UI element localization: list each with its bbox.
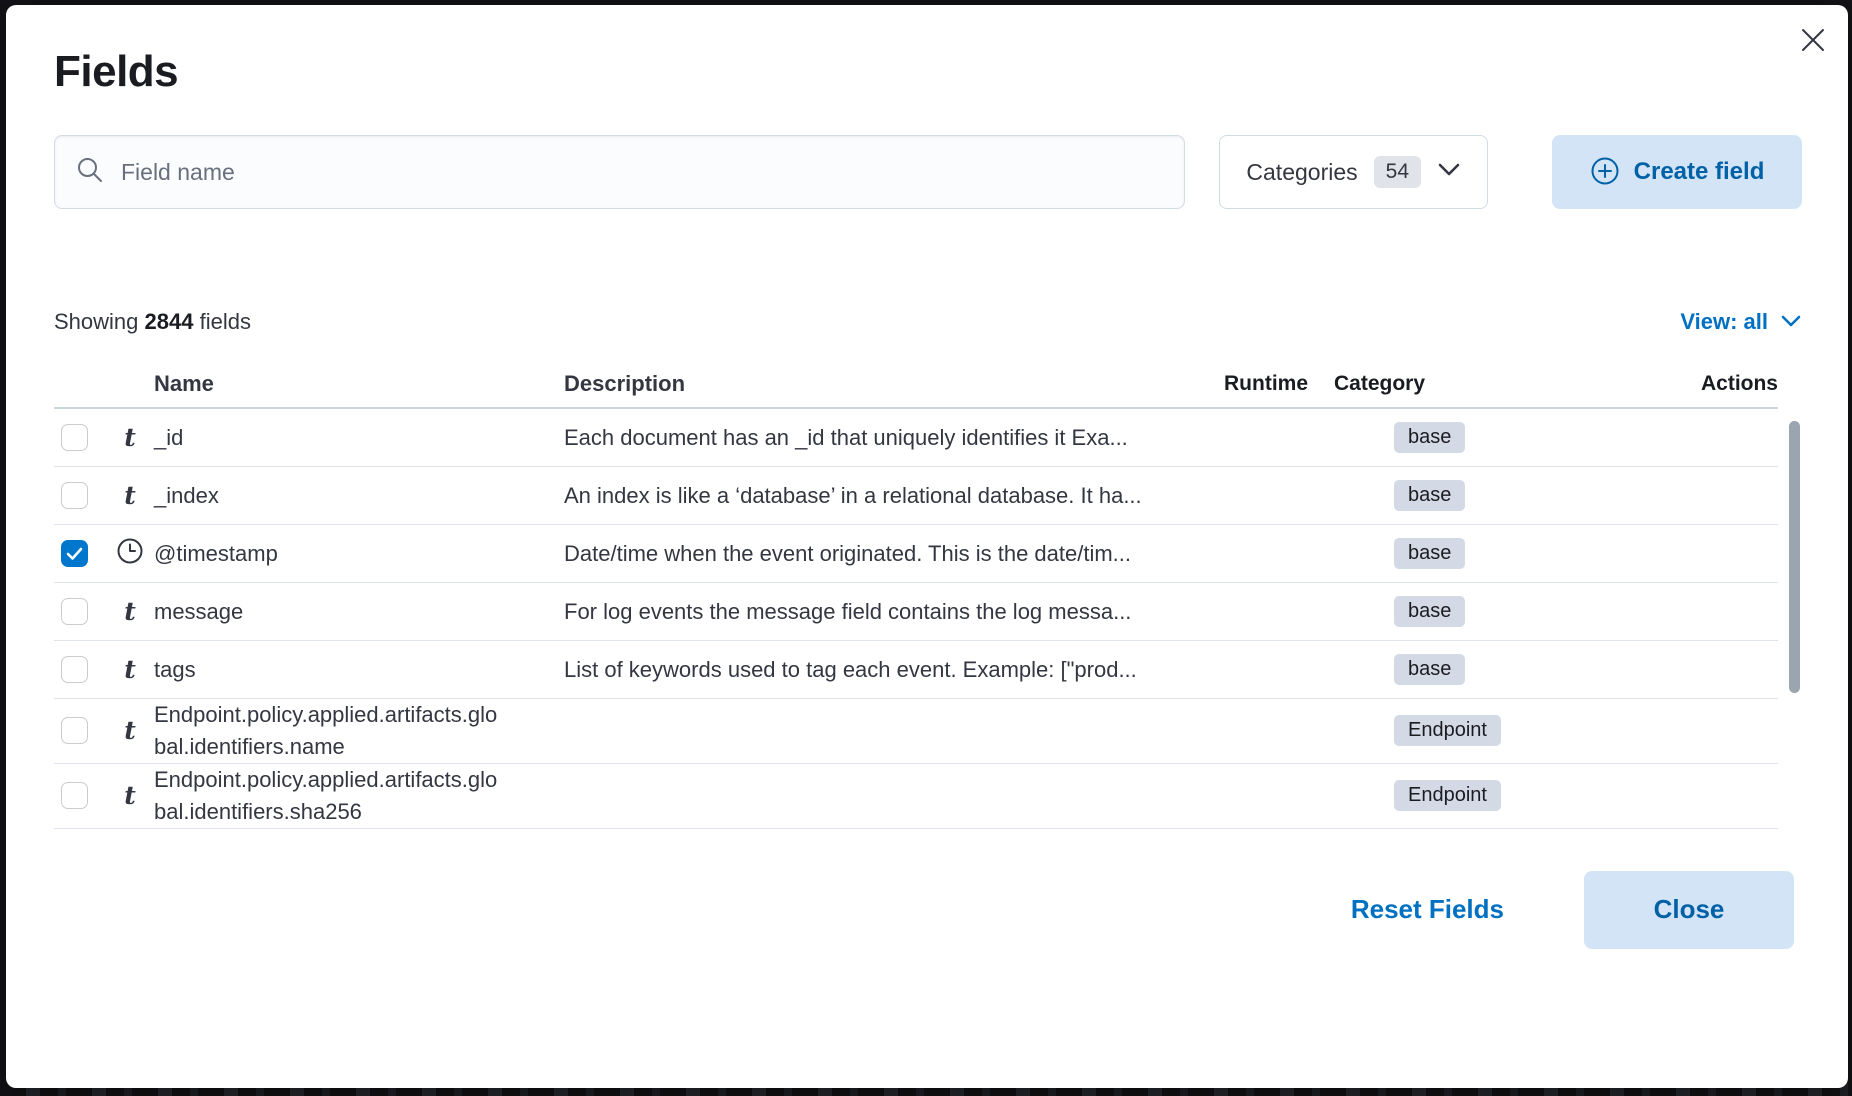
header-category: Category — [1308, 372, 1548, 396]
search-input[interactable] — [121, 159, 1164, 186]
close-icon[interactable] — [1796, 23, 1830, 57]
close-button[interactable]: Close — [1584, 871, 1794, 949]
field-name: message — [154, 596, 564, 628]
table-row: t _id Each document has an _id that uniq… — [54, 409, 1778, 467]
search-icon — [75, 155, 105, 190]
string-field-icon: t — [124, 783, 136, 808]
field-description: Each document has an _id that uniquely i… — [564, 425, 1178, 451]
category-badge: base — [1394, 422, 1465, 453]
row-checkbox[interactable] — [61, 598, 88, 625]
fields-modal: Fields Categories 54 Create field Showin… — [6, 5, 1848, 1088]
category-badge: base — [1394, 538, 1465, 569]
table-header-row: Name Description Runtime Category Action… — [54, 361, 1778, 409]
categories-count-badge: 54 — [1374, 156, 1421, 188]
page-title: Fields — [54, 47, 1848, 97]
string-field-icon: t — [124, 657, 136, 682]
modal-footer: Reset Fields Close — [6, 871, 1794, 949]
view-all-label: View: all — [1680, 309, 1768, 335]
header-actions: Actions — [1548, 372, 1778, 396]
category-badge: base — [1394, 654, 1465, 685]
row-checkbox[interactable] — [61, 656, 88, 683]
field-name: _id — [154, 422, 564, 454]
table-row: t Endpoint.policy.applied.artifacts.glob… — [54, 764, 1778, 829]
table-row: @timestamp Date/time when the event orig… — [54, 525, 1778, 583]
field-name: tags — [154, 654, 564, 686]
fields-table: Name Description Runtime Category Action… — [54, 361, 1800, 829]
create-field-button[interactable]: Create field — [1552, 135, 1802, 209]
showing-fields-count: Showing 2844 fields — [54, 309, 251, 335]
field-name: Endpoint.policy.applied.artifacts.global… — [154, 764, 564, 828]
row-checkbox[interactable] — [61, 482, 88, 509]
string-field-icon: t — [124, 483, 136, 508]
table-row: t tags List of keywords used to tag each… — [54, 641, 1778, 699]
chevron-down-icon — [1437, 162, 1461, 183]
field-name: _index — [154, 480, 564, 512]
table-row: t _index An index is like a ‘database’ i… — [54, 467, 1778, 525]
view-all-dropdown[interactable]: View: all — [1680, 309, 1802, 335]
categories-label: Categories — [1246, 159, 1357, 186]
fields-count: 2844 — [145, 309, 194, 334]
field-description: An index is like a ‘database’ in a relat… — [564, 483, 1178, 509]
reset-fields-button[interactable]: Reset Fields — [1351, 894, 1504, 925]
search-box[interactable] — [54, 135, 1185, 209]
field-description: List of keywords used to tag each event.… — [564, 657, 1178, 683]
create-field-label: Create field — [1634, 158, 1765, 186]
clock-icon — [116, 537, 144, 570]
row-checkbox[interactable] — [61, 717, 88, 744]
row-checkbox[interactable] — [61, 540, 88, 567]
category-badge: Endpoint — [1394, 780, 1501, 811]
table-row: t message For log events the message fie… — [54, 583, 1778, 641]
field-name: Endpoint.policy.applied.artifacts.global… — [154, 699, 564, 763]
header-runtime: Runtime — [1178, 372, 1308, 396]
field-description: For log events the message field contain… — [564, 599, 1178, 625]
summary-row: Showing 2844 fields View: all — [54, 309, 1802, 335]
string-field-icon: t — [124, 599, 136, 624]
field-description: Date/time when the event originated. Thi… — [564, 541, 1178, 567]
categories-dropdown[interactable]: Categories 54 — [1219, 135, 1488, 209]
vertical-scrollbar[interactable] — [1789, 421, 1800, 693]
chevron-down-icon — [1780, 309, 1802, 335]
field-name: @timestamp — [154, 538, 564, 570]
category-badge: base — [1394, 480, 1465, 511]
string-field-icon: t — [124, 718, 136, 743]
row-checkbox[interactable] — [61, 782, 88, 809]
header-name: Name — [154, 368, 564, 400]
toolbar: Categories 54 Create field — [54, 135, 1802, 209]
plus-circle-icon — [1590, 156, 1620, 189]
row-checkbox[interactable] — [61, 424, 88, 451]
category-badge: base — [1394, 596, 1465, 627]
category-badge: Endpoint — [1394, 715, 1501, 746]
table-row: t Endpoint.policy.applied.artifacts.glob… — [54, 699, 1778, 764]
header-description: Description — [564, 371, 1178, 397]
string-field-icon: t — [124, 425, 136, 450]
